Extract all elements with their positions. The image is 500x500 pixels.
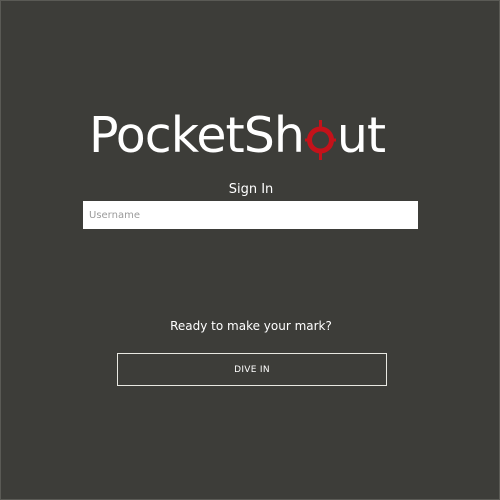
logo-text-end: ut [336, 107, 386, 164]
app-logo: PocketSh ut [89, 109, 415, 163]
login-screen: PocketSh ut Sign In Ready to make your ma… [0, 0, 500, 500]
logo-text-start: PocketSh [89, 107, 305, 164]
tagline-text: Ready to make your mark? [170, 319, 332, 333]
username-input[interactable] [83, 201, 418, 229]
crosshair-target-icon [304, 109, 336, 163]
dive-in-button[interactable]: DIVE IN [117, 353, 387, 386]
sign-in-heading: Sign In [228, 182, 274, 197]
